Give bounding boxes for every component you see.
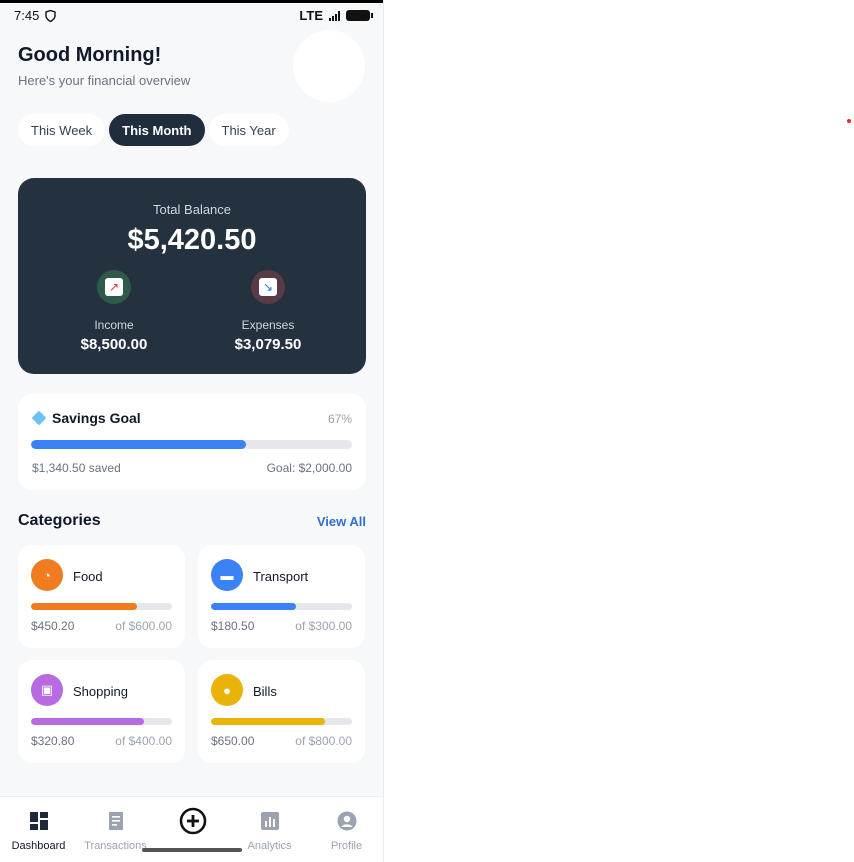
home-indicator	[142, 848, 242, 852]
greeting-title: Good Morning!	[18, 44, 162, 66]
expenses-stat: ↘ Expenses $3,079.50	[198, 270, 338, 353]
income-label: Income	[94, 318, 134, 332]
savings-percent: 67%	[327, 412, 352, 426]
savings-title-row: Savings Goal	[31, 410, 141, 426]
category-spent: $320.80	[31, 734, 75, 748]
category-limit: of $600.00	[115, 619, 172, 633]
balance-label: Total Balance	[152, 202, 232, 217]
category-name: Transport	[253, 569, 309, 584]
categories-title: Categories	[18, 512, 101, 529]
battery-icon	[346, 10, 373, 21]
trend-up-icon: ↗	[97, 270, 131, 304]
trend-down-icon: ↘	[251, 270, 285, 304]
view-all-link[interactable]: View All	[317, 514, 366, 529]
categories-header: Categories View All	[18, 512, 366, 530]
receipt-icon	[108, 812, 123, 830]
period-this-week[interactable]: This Week	[18, 114, 106, 146]
recording-dot	[847, 119, 851, 123]
category-progress-fill	[31, 718, 144, 725]
category-limit: of $400.00	[115, 734, 172, 748]
nav-add[interactable]	[154, 807, 231, 844]
car-icon: ▬	[211, 559, 243, 591]
lightbulb-icon: ●	[211, 674, 243, 706]
category-name: Shopping	[73, 684, 128, 699]
greeting: Good Morning! Here's your financial over…	[18, 44, 190, 88]
category-progress-fill	[211, 718, 326, 725]
category-spent: $650.00	[211, 734, 255, 748]
category-card-bills[interactable]: ● Bills $650.00 of $800.00	[198, 660, 365, 763]
savings-title: Savings Goal	[52, 410, 141, 426]
expenses-label: Expenses	[241, 318, 295, 332]
shopping-bag-icon: ▣	[31, 674, 63, 706]
phone-screen: 7:45 LTE Good Morning! Here's your finan…	[0, 0, 384, 862]
network-label: LTE	[299, 8, 323, 23]
grid-icon	[29, 812, 48, 830]
plus-circle-icon	[179, 807, 206, 835]
category-progress-bar	[211, 718, 352, 725]
category-progress-fill	[31, 603, 137, 610]
category-progress-bar	[31, 603, 172, 610]
category-limit: of $300.00	[295, 619, 352, 633]
period-selector: This Week This Month This Year	[18, 114, 289, 146]
nav-analytics[interactable]: Analytics	[231, 811, 308, 852]
status-time: 7:45	[14, 8, 40, 23]
category-card-shopping[interactable]: ▣ Shopping $320.80 of $400.00	[18, 660, 185, 763]
category-name: Bills	[253, 684, 277, 699]
category-spent: $450.20	[31, 619, 75, 633]
category-card-transport[interactable]: ▬ Transport $180.50 of $300.00	[198, 545, 365, 648]
category-limit: of $800.00	[295, 734, 352, 748]
signal-icon	[329, 10, 340, 21]
shield-icon	[45, 9, 57, 22]
period-this-month[interactable]: This Month	[109, 114, 205, 146]
nav-profile-label: Profile	[330, 840, 363, 852]
income-value: $8,500.00	[80, 336, 148, 353]
income-stat: ↗ Income $8,500.00	[44, 270, 184, 353]
nav-dashboard-label: Dashboard	[11, 840, 66, 852]
category-spent: $180.50	[211, 619, 255, 633]
pizza-icon: ◔	[31, 559, 63, 591]
avatar[interactable]	[293, 30, 365, 102]
user-icon	[337, 811, 356, 831]
category-progress-bar	[31, 718, 172, 725]
greeting-subtitle: Here's your financial overview	[18, 73, 191, 88]
category-card-food[interactable]: ◔ Food $450.20 of $600.00	[18, 545, 185, 648]
mouse-cursor	[182, 450, 194, 464]
category-progress-bar	[211, 603, 352, 610]
nav-analytics-label: Analytics	[247, 840, 292, 852]
category-name: Food	[73, 569, 103, 584]
bottom-nav: Dashboard Transactions Analytics Profile	[0, 796, 383, 862]
gem-icon	[31, 410, 47, 426]
period-this-year[interactable]: This Year	[208, 114, 289, 146]
nav-dashboard[interactable]: Dashboard	[0, 811, 77, 852]
category-progress-fill	[211, 603, 296, 610]
savings-goal-card[interactable]: Savings Goal 67% $1,340.50 saved Goal: $…	[18, 394, 366, 490]
savings-saved: $1,340.50 saved	[32, 461, 121, 475]
nav-profile[interactable]: Profile	[308, 811, 383, 852]
savings-goal-amount: Goal: $2,000.00	[266, 461, 352, 475]
balance-amount: $5,420.50	[127, 224, 257, 256]
expenses-value: $3,079.50	[234, 336, 302, 353]
balance-card: Total Balance $5,420.50 ↗ Income $8,500.…	[18, 178, 366, 374]
nav-transactions[interactable]: Transactions	[77, 811, 154, 852]
savings-progress-fill	[31, 440, 247, 449]
status-bar: 7:45 LTE	[0, 0, 383, 28]
bar-chart-icon	[260, 812, 279, 830]
savings-progress-bar	[31, 440, 352, 449]
